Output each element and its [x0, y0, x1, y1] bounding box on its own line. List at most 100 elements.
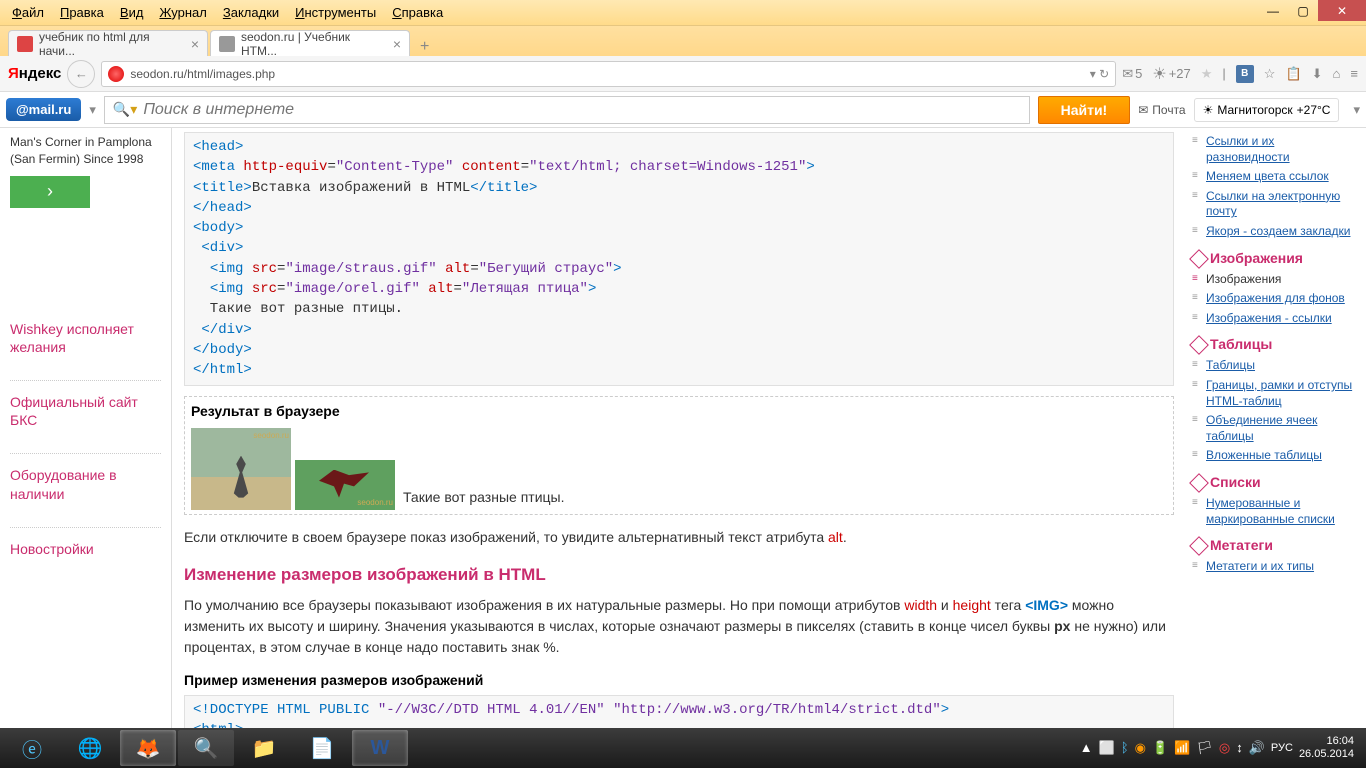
nav-bar: Яндекс ← seodon.ru/html/images.php ▾ ↻ ✉…	[0, 56, 1366, 92]
nav-link[interactable]: Таблицы	[1192, 356, 1360, 376]
tray-icon[interactable]: ◉	[1135, 740, 1146, 756]
weather-icon[interactable]: ☀+27	[1152, 64, 1190, 84]
notepad-icon[interactable]: 📄	[294, 730, 350, 766]
close-tab-icon[interactable]: ×	[191, 36, 199, 52]
paragraph: Если отключите в своем браузере показ из…	[184, 527, 1174, 548]
paragraph: По умолчанию все браузеры показывают изо…	[184, 595, 1174, 658]
section-meta[interactable]: Метатеги	[1192, 529, 1360, 557]
vk-icon[interactable]: В	[1236, 65, 1254, 83]
find-button[interactable]: Найти!	[1038, 96, 1131, 124]
result-text: Такие вот разные птицы.	[403, 487, 564, 508]
section-images[interactable]: Изображения	[1192, 242, 1360, 270]
nav-link[interactable]: Вложенные таблицы	[1192, 446, 1360, 466]
favicon-icon	[219, 36, 235, 52]
nav-link[interactable]: Изображения - ссылки	[1192, 309, 1360, 329]
search-input[interactable]	[143, 101, 1020, 119]
browser-tab-1[interactable]: учебник по html для начи... ×	[8, 30, 208, 56]
menu-edit[interactable]: Правка	[52, 2, 112, 23]
side-link[interactable]: Оборудование в наличии	[10, 453, 161, 514]
chrome-icon[interactable]: 🌐	[62, 730, 118, 766]
bluetooth-icon[interactable]: ᛒ	[1121, 740, 1129, 756]
network-icon[interactable]: 📶	[1174, 740, 1190, 756]
minimize-button[interactable]: —	[1258, 0, 1288, 21]
nav-link[interactable]: Изображения для фонов	[1192, 289, 1360, 309]
nav-link[interactable]: Границы, рамки и отступы HTML-таблиц	[1192, 376, 1360, 411]
menu-help[interactable]: Справка	[384, 2, 451, 23]
window-controls: — ▢ ✕	[1258, 0, 1366, 21]
tray-icon[interactable]: ↕	[1236, 740, 1243, 756]
tab-bar: учебник по html для начи... × seodon.ru …	[0, 26, 1366, 56]
nav-link[interactable]: Ссылки и их разновидности	[1192, 132, 1360, 167]
nav-link[interactable]: Нумерованные и маркированные списки	[1192, 494, 1360, 529]
download-icon[interactable]: ⬇	[1312, 66, 1323, 82]
menu-tools[interactable]: Инструменты	[287, 2, 384, 23]
section-tables[interactable]: Таблицы	[1192, 328, 1360, 356]
system-tray: ▲ ⬜ ᛒ ◉ 🔋 📶 🏳 ◎ ↕ 🔊 РУС 16:04 26.05.2014	[1080, 735, 1362, 761]
clock[interactable]: 16:04 26.05.2014	[1299, 735, 1354, 761]
tray-icon[interactable]: ▲	[1080, 740, 1093, 756]
result-images: seodon.ru seodon.ru Такие вот разные пти…	[191, 428, 1167, 510]
new-tab-button[interactable]: +	[412, 38, 437, 56]
side-link[interactable]: Новостройки	[10, 527, 161, 570]
menu-file[interactable]: Файл	[4, 2, 52, 23]
tray-icon[interactable]: ◎	[1219, 740, 1230, 756]
content-area: Man's Corner in Pamplona (San Fermin) Si…	[0, 128, 1366, 728]
weather-widget[interactable]: ☀ Магнитогорск +27°C	[1194, 98, 1340, 122]
mailru-bar: @mail.ru ▾ 🔍▾ Найти! ✉ Почта ☀ Магнитого…	[0, 92, 1366, 128]
search-icon: 🔍▾	[113, 101, 137, 118]
ad-go-button[interactable]: ›	[10, 176, 90, 208]
dropdown-icon[interactable]: ▾ ↻	[1090, 67, 1109, 81]
nav-link[interactable]: Объединение ячеек таблицы	[1192, 411, 1360, 446]
mail-icon[interactable]: ✉ 5	[1122, 66, 1142, 82]
mail-link[interactable]: ✉ Почта	[1138, 103, 1185, 117]
nav-link[interactable]: Ссылки на электронную почту	[1192, 187, 1360, 222]
nav-link-active[interactable]: Изображения	[1192, 270, 1360, 290]
dropdown-icon[interactable]: ▾	[89, 102, 96, 118]
close-tab-icon[interactable]: ×	[393, 36, 401, 52]
side-link[interactable]: Официальный сайт БКС	[10, 380, 161, 441]
nav-link[interactable]: Меняем цвета ссылок	[1192, 167, 1360, 187]
volume-icon[interactable]: 🔊	[1249, 740, 1265, 756]
code-block-2: <!DOCTYPE HTML PUBLIC "-//W3C//DTD HTML …	[184, 695, 1174, 728]
clipboard-icon[interactable]: 📋	[1285, 66, 1301, 82]
browser-tab-2[interactable]: seodon.ru | Учебник HTM... ×	[210, 30, 410, 56]
firefox-icon[interactable]: 🦊	[120, 730, 176, 766]
right-sidebar: Ссылки и их разновидности Меняем цвета с…	[1186, 128, 1366, 728]
site-icon	[108, 66, 124, 82]
explorer-icon[interactable]: 📁	[236, 730, 292, 766]
menu-history[interactable]: Журнал	[151, 2, 214, 23]
search-box[interactable]: 🔍▾	[104, 96, 1030, 124]
nav-link[interactable]: Якоря - создаем закладки	[1192, 222, 1360, 242]
main-content: <head> <meta http-equiv="Content-Type" c…	[172, 128, 1186, 728]
sub-heading: Пример изменения размеров изображений	[184, 670, 1174, 691]
menu-view[interactable]: Вид	[112, 2, 152, 23]
menu-bar: Файл Правка Вид Журнал Закладки Инструме…	[0, 0, 1366, 26]
favicon-icon	[17, 36, 33, 52]
yandex-icon[interactable]: 🔍	[178, 730, 234, 766]
dropdown-icon[interactable]: ▾	[1353, 102, 1360, 118]
close-button[interactable]: ✕	[1318, 0, 1366, 21]
bookmark-icon[interactable]: ☆	[1264, 66, 1276, 82]
back-button[interactable]: ←	[67, 60, 95, 88]
left-sidebar: Man's Corner in Pamplona (San Fermin) Si…	[0, 128, 172, 728]
nav-link[interactable]: Метатеги и их типы	[1192, 557, 1360, 577]
battery-icon[interactable]: 🔋	[1152, 740, 1168, 756]
divider: |	[1222, 66, 1225, 81]
star-icon[interactable]: ★	[1201, 66, 1213, 82]
section-lists[interactable]: Списки	[1192, 466, 1360, 494]
code-block-1: <head> <meta http-equiv="Content-Type" c…	[184, 132, 1174, 386]
tray-icon[interactable]: ⬜	[1099, 740, 1115, 756]
language-indicator[interactable]: РУС	[1271, 742, 1293, 754]
side-link[interactable]: Wishkey исполняет желания	[10, 308, 161, 368]
menu-bookmarks[interactable]: Закладки	[215, 2, 287, 23]
ie-icon[interactable]: ⓔ	[4, 730, 60, 766]
flag-icon[interactable]: 🏳	[1196, 740, 1213, 756]
menu-icon[interactable]: ≡	[1350, 66, 1358, 81]
word-icon[interactable]: W	[352, 730, 408, 766]
mailru-logo[interactable]: @mail.ru	[6, 98, 81, 121]
tray-icons[interactable]: ▲ ⬜ ᛒ ◉ 🔋 📶 🏳 ◎ ↕ 🔊	[1080, 740, 1265, 756]
maximize-button[interactable]: ▢	[1288, 0, 1318, 21]
yandex-logo[interactable]: Яндекс	[8, 65, 61, 82]
home-icon[interactable]: ⌂	[1333, 66, 1341, 81]
url-bar[interactable]: seodon.ru/html/images.php ▾ ↻	[101, 61, 1116, 87]
